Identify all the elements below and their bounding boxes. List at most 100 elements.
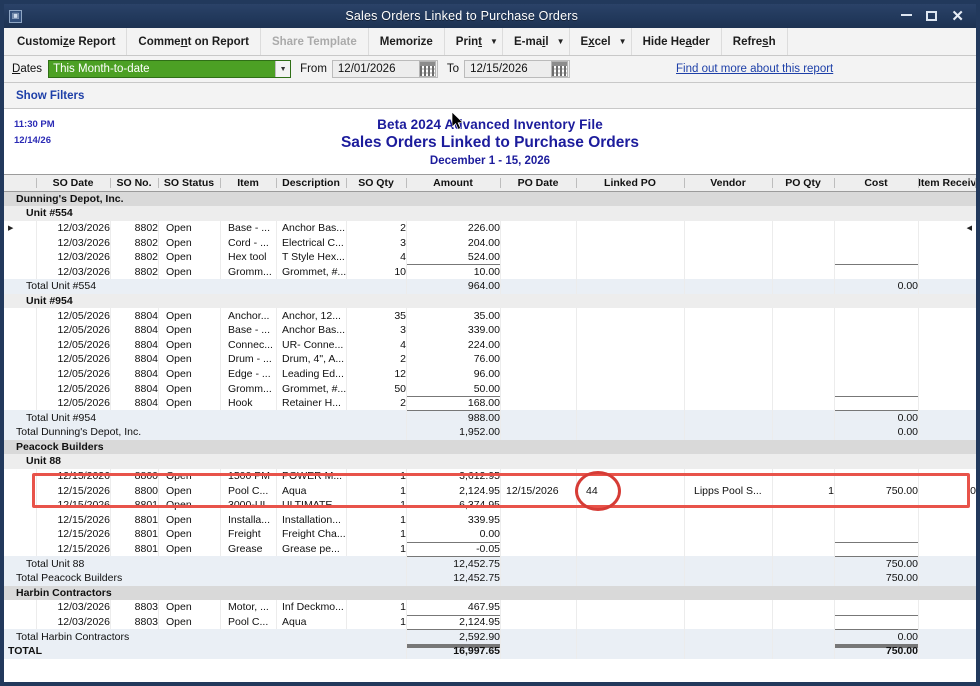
cell-so-date: 12/05/2026	[36, 381, 110, 396]
cell-item: Cord - ...	[220, 235, 276, 250]
cell-so-status: Open	[158, 264, 220, 279]
cell-so-qty: 1	[346, 600, 406, 615]
table-row[interactable]: 12/03/20268802OpenGromm...Grommet, #...1…	[4, 264, 976, 279]
maximize-button[interactable]	[926, 11, 937, 21]
total-row: Total Unit 8812,452.75750.00	[4, 556, 976, 571]
excel-dropdown-icon[interactable]: ▼	[615, 28, 632, 55]
table-row[interactable]: 12/15/20268801Open3000-ULULTIMATE...16,3…	[4, 498, 976, 513]
cell-so-qty: 10	[346, 264, 406, 279]
report-table-wrap: SO Date SO No. SO Status Item Descriptio…	[4, 174, 976, 659]
system-menu-icon[interactable]: ▣	[9, 10, 22, 23]
cell-po-date	[500, 352, 576, 367]
table-row[interactable]: 12/15/20268800OpenPool C...Aqua12,124.95…	[4, 483, 976, 498]
to-date-input[interactable]: 12/15/2026	[464, 60, 570, 78]
email-button[interactable]: E-mail	[503, 28, 553, 55]
cell-vendor	[684, 250, 772, 265]
cell-so-no: 8803	[110, 615, 158, 630]
excel-button[interactable]: Excel	[570, 28, 615, 55]
minimize-button[interactable]	[901, 14, 912, 18]
table-row[interactable]: 12/03/20268803OpenMotor, ...Inf Deckmo..…	[4, 600, 976, 615]
col-po-qty[interactable]: PO Qty	[772, 175, 834, 192]
cell-description: Drum, 4", A...	[276, 352, 346, 367]
cell-so-qty: 3	[346, 323, 406, 338]
table-row[interactable]: 12/03/20268802OpenHex toolT Style Hex...…	[4, 250, 976, 265]
cell-so-status: Open	[158, 469, 220, 484]
subgroup-header-label: Unit 88	[4, 454, 976, 469]
table-row[interactable]: ▶12/03/20268802OpenBase - ...Anchor Bas.…	[4, 221, 976, 236]
comment-on-report-button[interactable]: Comment on Report	[127, 28, 261, 55]
print-button[interactable]: Print	[445, 28, 486, 55]
table-row[interactable]: 12/15/20268801OpenInstalla...Installatio…	[4, 513, 976, 528]
col-so-no[interactable]: SO No.	[110, 175, 158, 192]
find-out-more-link[interactable]: Find out more about this report	[676, 63, 833, 75]
table-row[interactable]: 12/05/20268804OpenHookRetainer H...2168.…	[4, 396, 976, 411]
cell-item-received	[918, 527, 976, 542]
cell-item-received	[918, 264, 976, 279]
col-item[interactable]: Item	[220, 175, 276, 192]
cell-cost	[834, 221, 918, 236]
col-description[interactable]: Description	[276, 175, 346, 192]
close-icon[interactable]: ✕	[951, 9, 964, 24]
cell-so-no: 8804	[110, 367, 158, 382]
cell-vendor	[684, 235, 772, 250]
cell-amount: 6,374.95	[406, 498, 500, 513]
col-so-status[interactable]: SO Status	[158, 175, 220, 192]
cell-cost	[834, 396, 918, 411]
cell-so-status: Open	[158, 337, 220, 352]
memorize-button[interactable]: Memorize	[369, 28, 445, 55]
from-date-input[interactable]: 12/01/2026	[332, 60, 438, 78]
table-row[interactable]: 12/05/20268804OpenAnchor...Anchor, 12...…	[4, 308, 976, 323]
col-so-date[interactable]: SO Date	[36, 175, 110, 192]
email-dropdown-icon[interactable]: ▼	[553, 28, 570, 55]
table-row[interactable]: 12/15/20268801OpenFreightFreight Cha...1…	[4, 527, 976, 542]
cell-description: Electrical C...	[276, 235, 346, 250]
table-row[interactable]: 12/05/20268804OpenConnec...UR- Conne...4…	[4, 337, 976, 352]
cell-so-status: Open	[158, 542, 220, 557]
cell-so-status: Open	[158, 498, 220, 513]
col-so-qty[interactable]: SO Qty	[346, 175, 406, 192]
cell-item: Connec...	[220, 337, 276, 352]
customize-report-button[interactable]: Customize Report	[6, 28, 127, 55]
refresh-button[interactable]: Refresh	[722, 28, 788, 55]
cell-vendor	[684, 396, 772, 411]
hide-header-button[interactable]: Hide Header	[632, 28, 722, 55]
col-linked-po[interactable]: Linked PO	[576, 175, 684, 192]
cell-description: Anchor, 12...	[276, 308, 346, 323]
chevron-down-icon[interactable]: ▼	[275, 61, 290, 77]
table-row[interactable]: 12/15/20268801OpenGreaseGrease pe...1-0.…	[4, 542, 976, 557]
total-row: Total Peacock Builders12,452.75750.00	[4, 571, 976, 586]
table-row[interactable]: 12/05/20268804OpenDrum - ...Drum, 4", A.…	[4, 352, 976, 367]
show-filters-link[interactable]: Show Filters	[16, 90, 84, 102]
table-row[interactable]: 12/15/20268800Open1500 PMPOWER M...13,61…	[4, 469, 976, 484]
table-row[interactable]: 12/05/20268804OpenEdge - ...Leading Ed..…	[4, 367, 976, 382]
table-row[interactable]: 12/03/20268803OpenPool C...Aqua12,124.95	[4, 615, 976, 630]
to-date-value: 12/15/2026	[465, 63, 551, 75]
col-item-received[interactable]: Item Received	[918, 175, 976, 192]
col-amount[interactable]: Amount	[406, 175, 500, 192]
cell-so-no: 8801	[110, 527, 158, 542]
cell-item-received	[918, 498, 976, 513]
table-row[interactable]: 12/05/20268804OpenGromm...Grommet, #...5…	[4, 381, 976, 396]
cell-so-qty: 1	[346, 513, 406, 528]
calendar-icon[interactable]	[551, 61, 568, 77]
col-po-date[interactable]: PO Date	[500, 175, 576, 192]
total-amount: 2,592.90	[406, 629, 500, 644]
print-dropdown-icon[interactable]: ▼	[486, 28, 503, 55]
cell-po-qty	[772, 250, 834, 265]
report-period: December 1 - 15, 2026	[4, 155, 976, 167]
col-cost[interactable]: Cost	[834, 175, 918, 192]
total-po-qty	[772, 410, 834, 425]
row-expand-marker[interactable]: ▶	[8, 224, 13, 232]
calendar-icon[interactable]	[419, 61, 436, 77]
cell-description: Aqua	[276, 483, 346, 498]
cell-vendor	[684, 513, 772, 528]
date-range-select[interactable]: This Month-to-date ▼	[48, 60, 291, 78]
col-vendor[interactable]: Vendor	[684, 175, 772, 192]
total-row: Total Unit #954988.000.00	[4, 410, 976, 425]
cell-so-qty: 1	[346, 469, 406, 484]
cell-vendor	[684, 615, 772, 630]
table-row[interactable]: 12/03/20268802OpenCord - ...Electrical C…	[4, 235, 976, 250]
cell-po-date	[500, 264, 576, 279]
cell-item: Freight	[220, 527, 276, 542]
table-row[interactable]: 12/05/20268804OpenBase - ...Anchor Bas..…	[4, 323, 976, 338]
